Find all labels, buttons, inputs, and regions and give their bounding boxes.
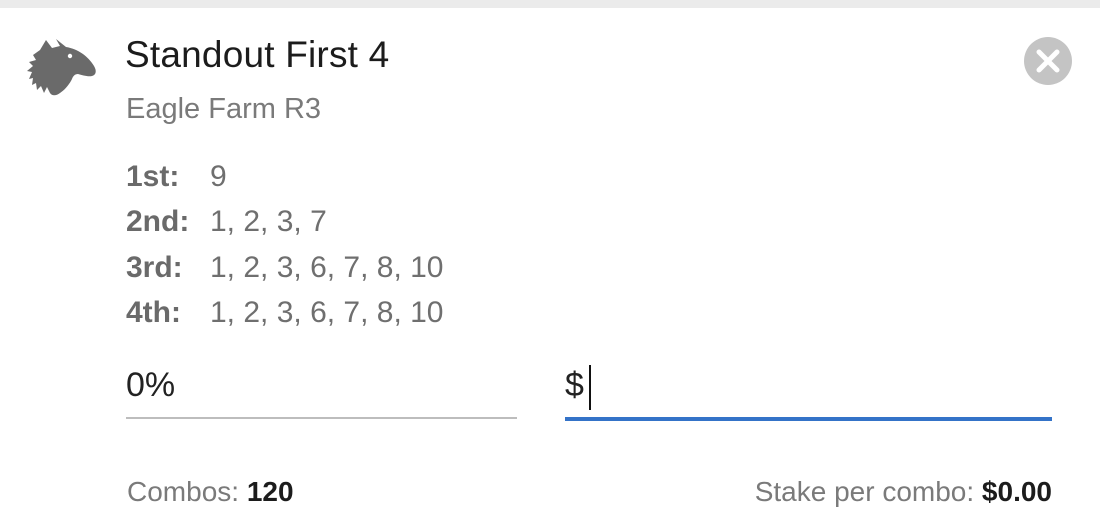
bet-slip-card: Standout First 4 Eagle Farm R3 1st: 9 2n… (0, 0, 1100, 513)
combos-value: 120 (246, 476, 294, 507)
close-button[interactable] (1024, 37, 1072, 85)
combos-summary: Combos: 120 (127, 476, 294, 508)
percent-input[interactable]: 0% (126, 362, 517, 419)
position-label: 3rd: (126, 250, 183, 284)
runner-numbers: 9 (210, 159, 227, 193)
race-name: Eagle Farm R3 (126, 93, 322, 125)
percent-value: 0% (126, 366, 176, 404)
position-label: 2nd: (126, 205, 190, 239)
selection-row-2nd: 2nd: 1, 2, 3, 7 (126, 200, 444, 246)
horse-head-icon (26, 38, 98, 98)
bet-title: Standout First 4 (125, 34, 390, 75)
close-icon (1036, 49, 1060, 73)
runner-numbers: 1, 2, 3, 7 (210, 205, 327, 239)
selection-row-3rd: 3rd: 1, 2, 3, 6, 7, 8, 10 (126, 245, 444, 291)
runner-numbers: 1, 2, 3, 6, 7, 8, 10 (210, 250, 444, 284)
text-cursor (589, 365, 591, 410)
selections-list: 1st: 9 2nd: 1, 2, 3, 7 3rd: 1, 2, 3, 6, … (126, 154, 444, 336)
stake-per-combo-value: $0.00 (981, 476, 1052, 507)
runner-numbers: 1, 2, 3, 6, 7, 8, 10 (210, 296, 444, 330)
stake-input[interactable]: $ (565, 362, 1052, 421)
position-label: 1st: (126, 159, 180, 193)
position-label: 4th: (126, 296, 181, 330)
combos-label: Combos: (127, 476, 240, 507)
stake-per-combo-label: Stake per combo: (754, 476, 975, 507)
selection-row-4th: 4th: 1, 2, 3, 6, 7, 8, 10 (126, 291, 444, 337)
selection-row-1st: 1st: 9 (126, 154, 444, 200)
currency-prefix: $ (565, 366, 584, 404)
top-divider (0, 0, 1100, 8)
stake-per-combo-summary: Stake per combo: $0.00 (755, 476, 1052, 508)
